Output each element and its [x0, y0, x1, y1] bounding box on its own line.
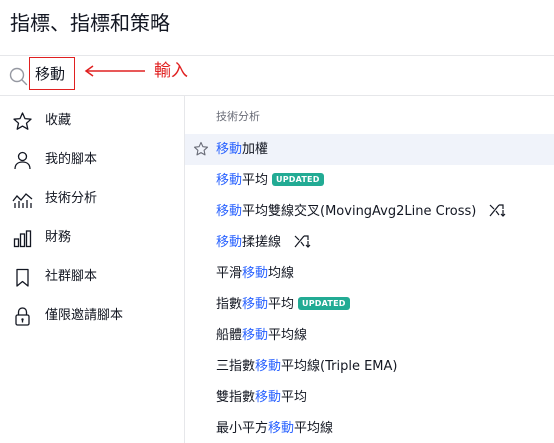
result-title: 三指數移動平均線(Triple EMA) [216, 359, 398, 374]
bar-chart-icon [13, 230, 32, 248]
indicators-dialog: 指標、指標和策略 移動 輸入 收藏 我的腳本 技術分析 財務 社群腳本 僅限邀請… [0, 0, 554, 443]
result-title: 雙指數移動平均 [216, 390, 308, 405]
favorite-star-icon[interactable] [193, 141, 209, 157]
updated-badge: UPDATED [272, 173, 324, 186]
result-title: 移動揉搓線 [216, 233, 311, 252]
result-item[interactable]: 移動揉搓線 [185, 227, 554, 258]
search-match: 移動 [216, 173, 243, 188]
search-match: 移動 [242, 266, 269, 281]
sidebar-item-label: 我的腳本 [45, 152, 98, 167]
result-item[interactable]: 最小平方移動平均線 [185, 413, 554, 443]
result-item[interactable]: 平滑移動均線 [185, 258, 554, 289]
result-title: 移動平均 UPDATED [216, 171, 324, 190]
bookmark-icon [16, 268, 29, 287]
lock-icon [15, 307, 30, 326]
sidebar-item-label: 收藏 [45, 113, 72, 128]
category-sidebar: 收藏 我的腳本 技術分析 財務 社群腳本 僅限邀請腳本 [0, 96, 185, 443]
sidebar-item-label: 社群腳本 [45, 269, 98, 284]
sidebar-item-community-scripts[interactable]: 社群腳本 [0, 259, 183, 295]
search-results: 技術分析 移動加權 移動平均 UPDATED 移動平均雙線交叉(MovingAvg… [185, 96, 554, 443]
sidebar-item-label: 僅限邀請腳本 [45, 308, 124, 323]
updated-badge: UPDATED [298, 297, 350, 310]
result-title: 平滑移動均線 [216, 266, 295, 281]
search-match: 移動 [242, 328, 269, 343]
result-item[interactable]: 船體移動平均線 [185, 320, 554, 351]
sidebar-item-label: 財務 [45, 230, 72, 245]
search-match: 移動 [216, 142, 243, 157]
search-match: 移動 [216, 204, 243, 219]
star-outline-icon [13, 112, 32, 130]
result-item[interactable]: 三指數移動平均線(Triple EMA) [185, 351, 554, 382]
result-item[interactable]: 移動加權 [185, 134, 554, 165]
search-input[interactable]: 移動 [35, 64, 65, 84]
strategy-icon [490, 204, 506, 217]
sidebar-item-favorites[interactable]: 收藏 [0, 103, 183, 139]
sidebar-item-label: 技術分析 [45, 191, 98, 206]
technical-analysis-icon [12, 193, 33, 208]
dialog-header: 指標、指標和策略 [0, 0, 554, 56]
result-item[interactable]: 指數移動平均 UPDATED [185, 289, 554, 320]
strategy-icon [294, 235, 311, 248]
search-match: 移動 [255, 390, 282, 405]
dialog-title: 指標、指標和策略 [10, 11, 170, 35]
section-heading: 技術分析 [216, 110, 260, 123]
annotation-label: 輸入 [154, 61, 188, 81]
result-item[interactable]: 移動平均 UPDATED [185, 165, 554, 196]
result-title: 移動加權 [216, 142, 269, 157]
search-match: 移動 [268, 421, 295, 436]
result-title: 最小平方移動平均線 [216, 421, 334, 436]
user-icon [14, 151, 31, 170]
sidebar-item-my-scripts[interactable]: 我的腳本 [0, 142, 183, 178]
result-title: 指數移動平均 UPDATED [216, 295, 350, 314]
annotation-arrow-icon [84, 65, 145, 77]
sidebar-item-financials[interactable]: 財務 [0, 220, 183, 256]
result-title: 移動平均雙線交叉(MovingAvg2Line Cross) [216, 202, 506, 221]
search-icon [9, 67, 28, 86]
sidebar-item-invite-only-scripts[interactable]: 僅限邀請腳本 [0, 298, 183, 334]
search-match: 移動 [242, 297, 269, 312]
sidebar-item-technical-analysis[interactable]: 技術分析 [0, 181, 183, 217]
result-item[interactable]: 雙指數移動平均 [185, 382, 554, 413]
search-match: 移動 [216, 235, 243, 250]
result-title: 船體移動平均線 [216, 328, 308, 343]
search-match: 移動 [255, 359, 282, 374]
result-item[interactable]: 移動平均雙線交叉(MovingAvg2Line Cross) [185, 196, 554, 227]
search-bar: 移動 輸入 [0, 56, 554, 96]
